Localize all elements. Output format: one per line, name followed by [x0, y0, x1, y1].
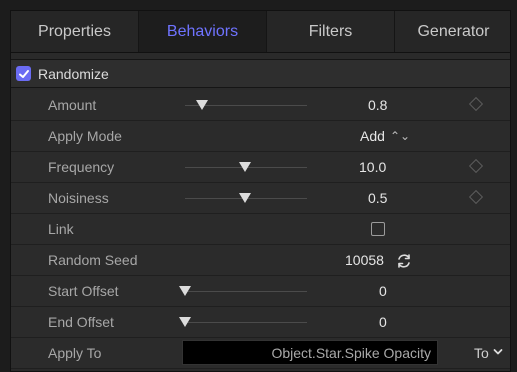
noisiness-slider-thumb[interactable] [238, 193, 251, 203]
random-seed-value[interactable]: 10058 [345, 252, 384, 268]
randomize-section-header: Randomize [11, 59, 510, 88]
inspector-tabs: Properties Behaviors Filters Generator [11, 11, 510, 53]
behaviors-inspector: Properties Behaviors Filters Generator R… [10, 10, 511, 372]
chevron-updown-icon[interactable]: ⌃⌄ [390, 129, 410, 143]
parameter-rows: Amount 0.8 Apply Mode Add ⌃⌄ Frequency 1… [11, 90, 510, 369]
end-offset-slider[interactable] [179, 317, 307, 327]
end-offset-slider-thumb[interactable] [179, 317, 191, 327]
start-offset-value[interactable]: 0 [379, 283, 387, 299]
generate-seed-icon[interactable] [395, 252, 413, 270]
end-offset-value[interactable]: 0 [379, 314, 387, 330]
row-link: Link [11, 214, 510, 245]
end-offset-label: End Offset [48, 314, 114, 330]
amount-slider[interactable] [185, 100, 307, 110]
row-start-offset: Start Offset 0 [11, 276, 510, 307]
keyframe-diamond-icon[interactable] [468, 158, 484, 174]
noisiness-slider[interactable] [185, 193, 307, 203]
row-apply-mode: Apply Mode Add ⌃⌄ [11, 121, 510, 152]
section-title: Randomize [38, 66, 109, 82]
link-checkbox[interactable] [371, 222, 385, 236]
frequency-slider[interactable] [185, 162, 307, 172]
start-offset-label: Start Offset [48, 283, 119, 299]
noisiness-label: Noisiness [48, 190, 109, 206]
row-apply-to: Apply To Object.Star.Spike Opacity To [11, 338, 510, 369]
randomize-enable-checkbox[interactable] [16, 66, 31, 81]
tab-generator[interactable]: Generator [395, 11, 512, 52]
tab-properties[interactable]: Properties [11, 11, 139, 52]
start-offset-slider[interactable] [179, 286, 307, 296]
apply-mode-value[interactable]: Add [360, 128, 385, 144]
apply-to-label: Apply To [48, 345, 102, 361]
chevron-down-icon[interactable] [493, 347, 503, 357]
frequency-value[interactable]: 10.0 [359, 159, 386, 175]
apply-to-menu-label[interactable]: To [474, 345, 489, 361]
amount-label: Amount [48, 97, 97, 113]
row-random-seed: Random Seed 10058 [11, 245, 510, 276]
noisiness-value[interactable]: 0.5 [368, 190, 387, 206]
row-noisiness: Noisiness 0.5 [11, 183, 510, 214]
start-offset-slider-thumb[interactable] [179, 286, 191, 296]
checkmark-icon [18, 69, 29, 78]
row-amount: Amount 0.8 [11, 90, 510, 121]
tab-filters[interactable]: Filters [267, 11, 395, 52]
apply-to-field[interactable]: Object.Star.Spike Opacity [182, 340, 438, 365]
keyframe-diamond-icon[interactable] [468, 189, 484, 205]
amount-value[interactable]: 0.8 [368, 97, 387, 113]
apply-to-value: Object.Star.Spike Opacity [271, 345, 431, 361]
frequency-label: Frequency [48, 159, 115, 175]
keyframe-diamond-icon[interactable] [468, 96, 484, 112]
row-frequency: Frequency 10.0 [11, 152, 510, 183]
amount-slider-thumb[interactable] [196, 100, 209, 110]
frequency-slider-thumb[interactable] [238, 162, 251, 172]
tab-behaviors[interactable]: Behaviors [139, 11, 267, 52]
random-seed-label: Random Seed [48, 252, 138, 268]
row-end-offset: End Offset 0 [11, 307, 510, 338]
apply-mode-label: Apply Mode [48, 128, 122, 144]
link-label: Link [48, 221, 74, 237]
